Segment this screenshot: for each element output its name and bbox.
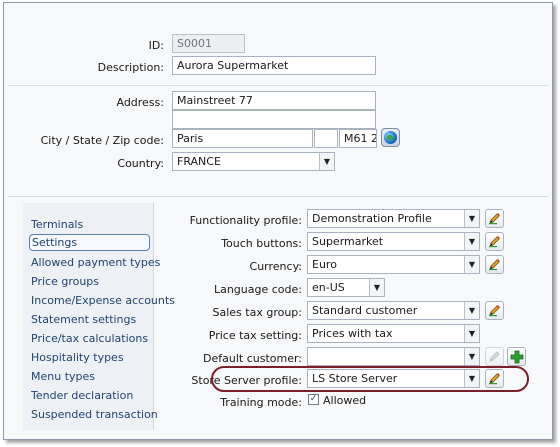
price-tax-setting-value: Prices with tax [312, 327, 393, 340]
address-line2-field[interactable] [172, 110, 376, 129]
edit-default-customer-button[interactable] [485, 347, 504, 366]
sidebar-item-price-tax-calculations[interactable]: Price/tax calculations [31, 330, 148, 347]
zip-field[interactable]: M61 2YG [339, 129, 377, 148]
address-line1-field[interactable]: Mainstreet 77 [172, 91, 376, 110]
default-customer-select[interactable]: ▼ [307, 347, 480, 366]
edit-touch-buttons-button[interactable] [485, 232, 504, 251]
language-code-select[interactable]: en-US ▼ [307, 278, 385, 297]
city-field[interactable]: Paris [172, 129, 313, 148]
sidebar-item-terminals[interactable]: Terminals [31, 216, 83, 233]
pencil-icon [489, 259, 500, 271]
currency-select[interactable]: Euro ▼ [307, 255, 480, 274]
functionality-profile-label: Functionality profile: [189, 214, 302, 227]
touch-buttons-label: Touch buttons: [221, 237, 302, 250]
sidebar-item-price-groups[interactable]: Price groups [31, 273, 99, 290]
pencil-icon [489, 236, 500, 248]
chevron-down-icon[interactable]: ▼ [464, 210, 479, 227]
sales-tax-group-label: Sales tax group: [212, 306, 303, 319]
price-tax-setting-label: Price tax setting: [208, 329, 302, 342]
address-label: Address: [116, 96, 164, 109]
pencil-icon [489, 213, 500, 225]
store-server-profile-highlight [211, 366, 529, 392]
functionality-profile-value: Demonstration Profile [312, 212, 432, 225]
default-customer-label: Default customer: [203, 352, 302, 365]
touch-buttons-value: Supermarket [312, 235, 384, 248]
currency-label: Currency: [249, 260, 302, 273]
plus-icon [510, 350, 523, 363]
edit-currency-button[interactable] [485, 255, 504, 274]
training-mode-checkbox-label: Allowed [323, 394, 367, 407]
sidebar-item-menu-types[interactable]: Menu types [31, 368, 95, 385]
store-card-window: ID: S0001 Description: Aurora Supermarke… [3, 2, 553, 440]
sidebar-item-statement-settings[interactable]: Statement settings [31, 311, 136, 328]
id-label: ID: [148, 39, 164, 52]
functionality-profile-select[interactable]: Demonstration Profile ▼ [307, 209, 480, 228]
description-field[interactable]: Aurora Supermarket [172, 56, 376, 75]
sidebar-item-suspended-transaction[interactable]: Suspended transaction [31, 406, 158, 423]
chevron-down-icon[interactable]: ▼ [464, 302, 479, 319]
pencil-icon [489, 305, 500, 317]
chevron-down-icon[interactable]: ▼ [464, 325, 479, 342]
edit-sales-tax-group-button[interactable] [485, 301, 504, 320]
pencil-icon [489, 351, 500, 362]
sidebar-item-income-expense-accounts[interactable]: Income/Expense accounts [31, 292, 175, 309]
add-default-customer-button[interactable] [507, 347, 526, 366]
training-mode-checkbox[interactable]: ✓ [308, 394, 319, 405]
country-label: Country: [117, 157, 164, 170]
chevron-down-icon[interactable]: ▼ [319, 153, 334, 170]
country-select[interactable]: FRANCE ▼ [172, 152, 335, 171]
sidebar-item-settings[interactable]: Settings [29, 234, 150, 251]
chevron-down-icon[interactable]: ▼ [369, 279, 384, 296]
city-state-zip-label: City / State / Zip code: [40, 134, 164, 147]
currency-value: Euro [312, 258, 337, 271]
chevron-down-icon[interactable]: ▼ [464, 233, 479, 250]
chevron-down-icon[interactable]: ▼ [464, 348, 479, 365]
divider [8, 85, 548, 86]
language-code-value: en-US [312, 281, 345, 294]
sales-tax-group-select[interactable]: Standard customer ▼ [307, 301, 480, 320]
state-field[interactable] [314, 129, 338, 148]
sidebar: Terminals Settings Allowed payment types… [23, 203, 175, 430]
price-tax-setting-select[interactable]: Prices with tax ▼ [307, 324, 480, 343]
training-mode-label: Training mode: [220, 396, 302, 409]
sidebar-item-hospitality-types[interactable]: Hospitality types [31, 349, 124, 366]
touch-buttons-select[interactable]: Supermarket ▼ [307, 232, 480, 251]
globe-icon[interactable] [381, 128, 400, 147]
sidebar-item-allowed-payment-types[interactable]: Allowed payment types [31, 254, 160, 271]
edit-functionality-profile-button[interactable] [485, 209, 504, 228]
chevron-down-icon[interactable]: ▼ [464, 256, 479, 273]
sidebar-item-tender-declaration[interactable]: Tender declaration [31, 387, 133, 404]
country-value: FRANCE [177, 155, 221, 168]
divider [8, 196, 548, 197]
description-label: Description: [97, 61, 164, 74]
id-field: S0001 [172, 34, 245, 53]
sales-tax-group-value: Standard customer [312, 304, 418, 317]
language-code-label: Language code: [213, 283, 302, 296]
